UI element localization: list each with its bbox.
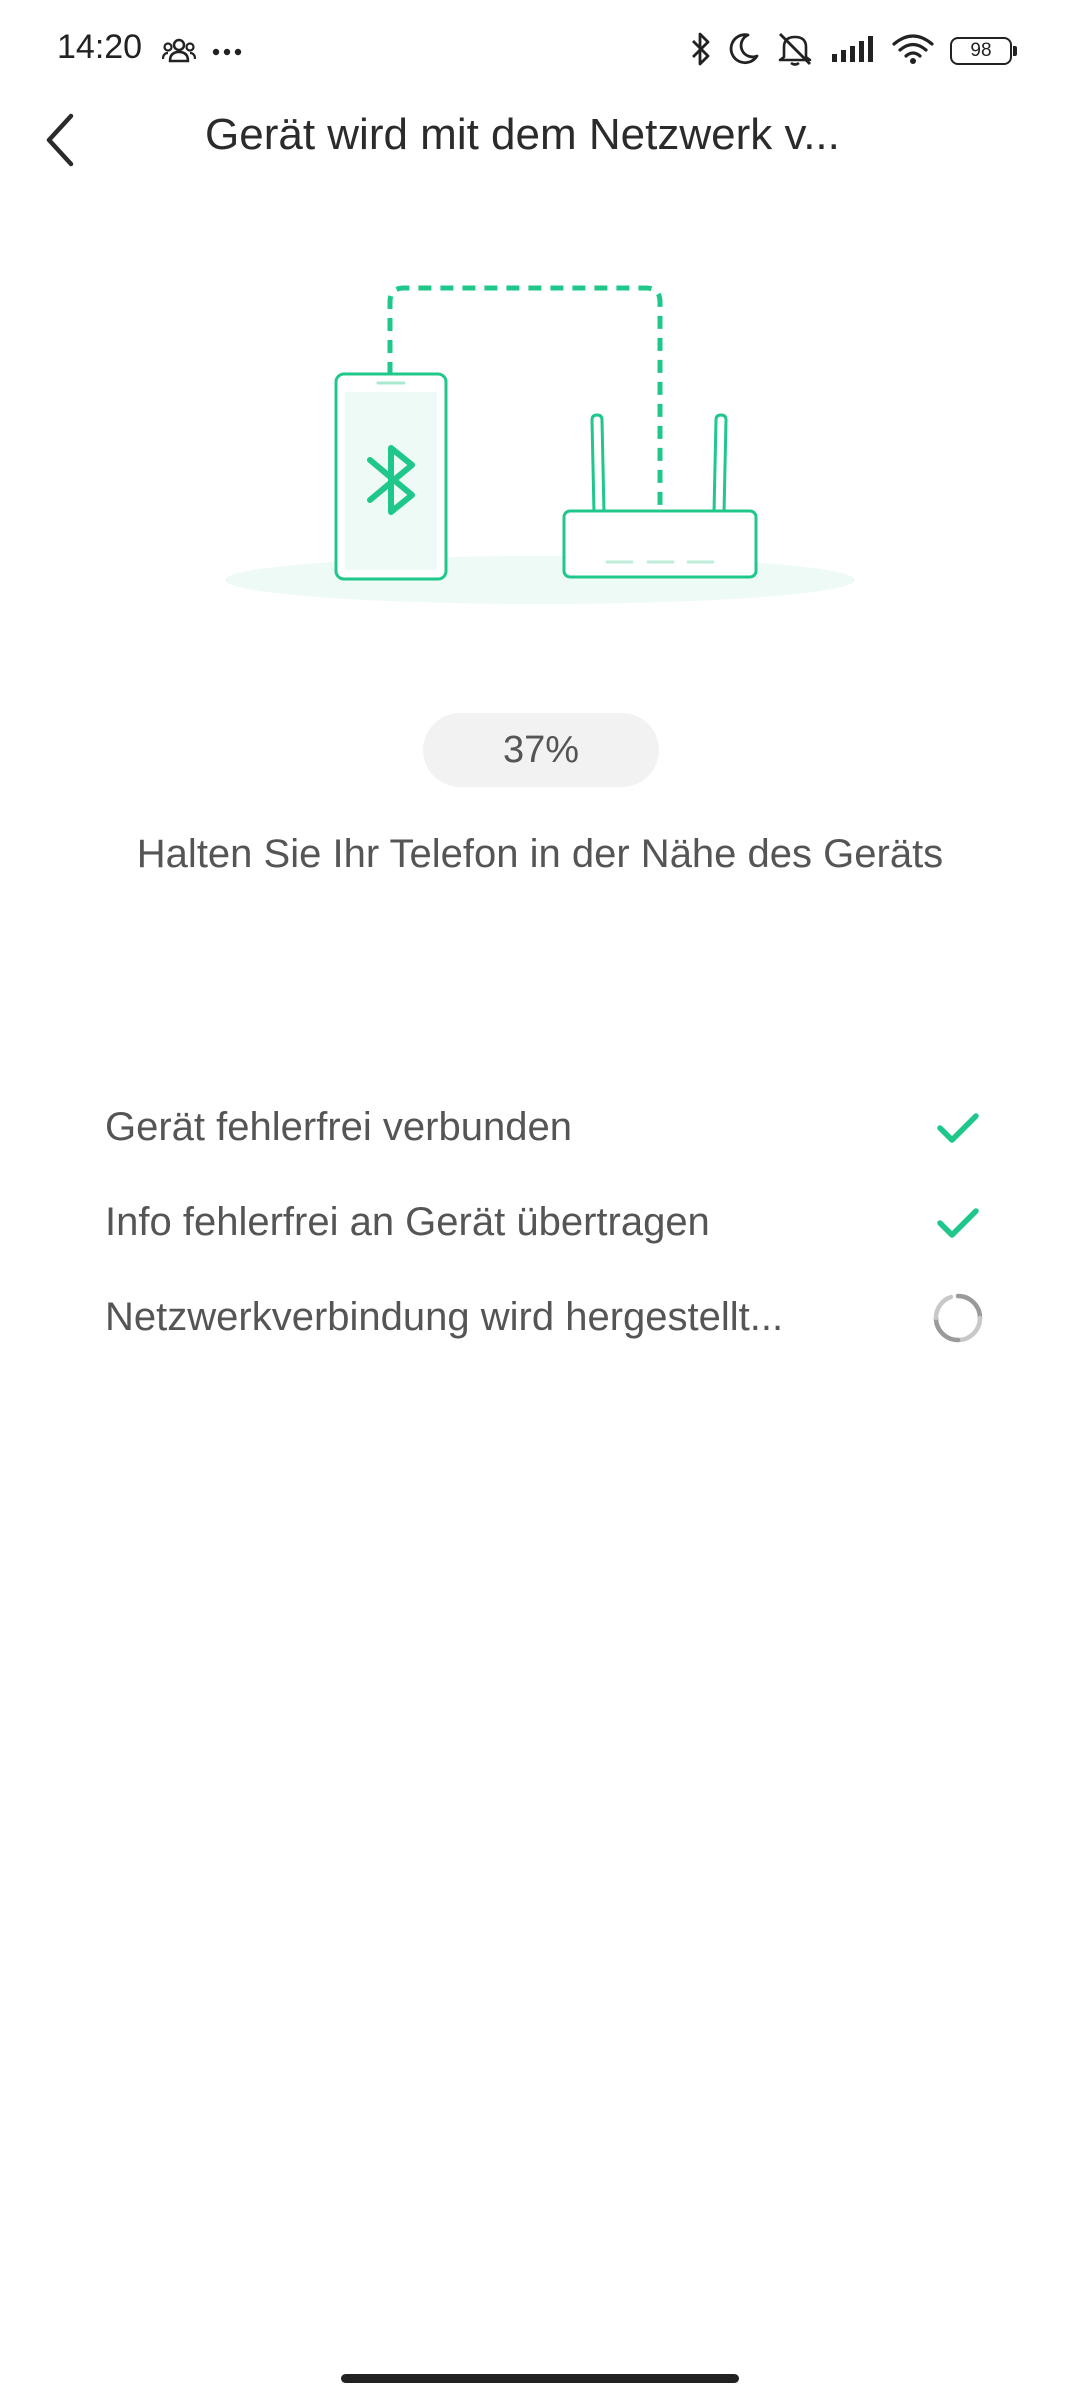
home-indicator[interactable] xyxy=(341,2374,739,2383)
back-button[interactable] xyxy=(30,112,90,172)
check-icon xyxy=(931,1101,985,1155)
progress-percentage: 37% xyxy=(423,713,659,787)
bell-muted-icon xyxy=(776,31,814,72)
step-item-info-transferred: Info fehlerfrei an Gerät übertragen xyxy=(105,1175,985,1270)
signal-icon xyxy=(830,34,876,69)
moon-icon xyxy=(728,32,760,71)
step-list: Gerät fehlerfrei verbunden Info fehlerfr… xyxy=(105,1080,985,1365)
battery-level: 98 xyxy=(970,40,992,61)
status-bar: 14:20 98 xyxy=(0,0,1080,100)
bluetooth-icon xyxy=(690,31,712,72)
page-title: Gerät wird mit dem Netzwerk v... xyxy=(205,110,840,159)
status-left-icons xyxy=(161,34,242,70)
wifi-icon xyxy=(892,33,934,70)
step-item-network-connecting: Netzwerkverbindung wird hergestellt... xyxy=(105,1270,985,1365)
people-icon xyxy=(161,37,197,68)
check-icon xyxy=(931,1196,985,1250)
connection-illustration xyxy=(0,260,1080,620)
more-dots-icon xyxy=(212,43,242,61)
ground-shadow xyxy=(225,556,855,604)
step-item-connected: Gerät fehlerfrei verbunden xyxy=(105,1080,985,1175)
battery-icon: 98 xyxy=(950,37,1017,65)
step-label: Info fehlerfrei an Gerät übertragen xyxy=(105,1200,710,1244)
status-right-icons: 98 xyxy=(690,30,1017,72)
status-time: 14:20 xyxy=(57,28,143,66)
header: Gerät wird mit dem Netzwerk v... xyxy=(0,100,1080,220)
chevron-left-icon xyxy=(43,112,77,173)
step-label: Gerät fehlerfrei verbunden xyxy=(105,1105,572,1149)
step-label: Netzwerkverbindung wird hergestellt... xyxy=(105,1295,784,1339)
hint-text: Halten Sie Ihr Telefon in der Nähe des G… xyxy=(136,832,944,876)
spinner-icon xyxy=(931,1291,985,1345)
